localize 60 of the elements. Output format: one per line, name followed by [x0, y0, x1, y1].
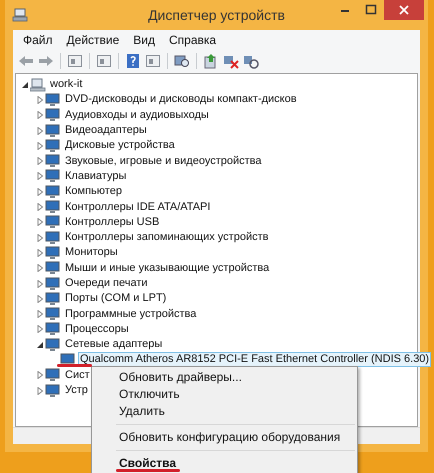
tree-item[interactable]: Сетевые адаптеры [63, 337, 164, 352]
device-icon [45, 307, 61, 322]
device-icon [45, 184, 61, 199]
context-menu-item[interactable]: Свойства [92, 455, 357, 472]
help-icon[interactable] [124, 52, 142, 68]
tree-item[interactable]: Компьютер [63, 184, 124, 200]
context-menu-item[interactable]: Обновить конфигурацию оборудования [92, 429, 357, 446]
device-icon [45, 276, 61, 290]
context-menu-item[interactable]: Отключить [92, 386, 357, 403]
tree-item[interactable]: Порты (COM и LPT) [63, 291, 168, 306]
device-icon [45, 169, 61, 184]
app-icon [12, 8, 28, 22]
tree-item[interactable]: Контроллеры IDE ATA/ATAPI [63, 200, 212, 215]
close-icon [399, 5, 409, 15]
device-icon [45, 384, 61, 398]
expander-icon[interactable] [36, 340, 45, 349]
device-icon [45, 230, 61, 245]
tree-item[interactable]: Звуковые, игровые и видеоустройства [63, 154, 264, 169]
device-icon [45, 92, 61, 107]
tree-item[interactable]: work-it [48, 77, 84, 92]
tree-item[interactable]: Мониторы [63, 245, 120, 260]
tree-item[interactable]: Видеоадаптеры [63, 123, 149, 138]
window-title: Диспетчер устройств [148, 7, 285, 23]
computer-icon [30, 78, 46, 92]
underline-mark [116, 469, 180, 472]
device-icon [45, 138, 61, 153]
tree-item[interactable]: Процессоры [63, 322, 131, 337]
tree-item[interactable]: Контроллеры запоминающих устройств [63, 230, 270, 246]
device-icon [45, 246, 61, 260]
device-icon [45, 368, 61, 382]
menu-item[interactable]: Вид [133, 33, 155, 47]
context-menu-item[interactable]: Обновить драйверы... [92, 369, 357, 386]
tree-item[interactable]: Сист [63, 368, 92, 383]
tree-item[interactable]: Мыши и иные указывающие устройства [63, 260, 272, 276]
menu-item[interactable]: Справка [169, 33, 216, 47]
device-icon [45, 154, 61, 168]
tree-item[interactable]: Программные устройства [63, 306, 198, 322]
device-icon [45, 200, 61, 214]
scan-hardware-icon[interactable] [173, 52, 191, 68]
context-menu-item[interactable]: Удалить [92, 403, 357, 420]
tree-item[interactable]: Контроллеры USB [63, 214, 162, 230]
menu-item[interactable]: Файл [23, 33, 53, 47]
device-icon [45, 215, 61, 230]
device-icon [45, 322, 61, 336]
close-button[interactable] [384, 0, 424, 20]
device-icon [45, 108, 61, 122]
tree-item[interactable]: Дисковые устройства [63, 138, 177, 154]
tree-item[interactable]: Клавиатуры [63, 168, 128, 184]
tree-item[interactable]: Аудиовходы и аудиовыходы [63, 108, 211, 123]
device-icon [45, 261, 61, 276]
expander-icon[interactable] [21, 80, 30, 89]
menu-item[interactable]: Действие [66, 33, 120, 47]
device-icon [45, 292, 61, 306]
underline-mark [57, 364, 92, 367]
device-icon [45, 338, 61, 352]
tree-item[interactable]: Qualcomm Atheros AR8152 PCI-E Fast Ethernet Controller (NDIS 6.30) [78, 352, 432, 368]
tree-item[interactable]: DVD-дисководы и дисководы компакт-дисков [63, 92, 299, 108]
tree-item[interactable]: Очереди печати [63, 276, 150, 291]
tree-item[interactable]: Устр [63, 383, 90, 398]
device-icon [45, 124, 61, 138]
